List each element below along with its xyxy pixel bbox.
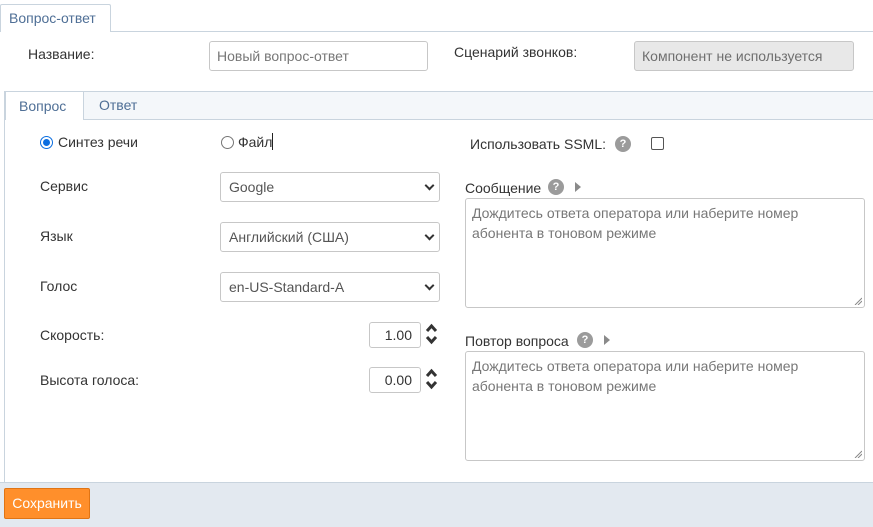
speed-input[interactable]: 1.00 — [369, 322, 421, 348]
chevron-down-icon — [424, 180, 435, 191]
text-cursor — [272, 133, 273, 150]
triangle-right-icon[interactable] — [604, 335, 610, 345]
help-icon[interactable]: ? — [548, 179, 564, 195]
tab-answer[interactable]: Ответ — [86, 91, 150, 120]
language-value: Английский (США) — [229, 229, 349, 245]
resize-grip-icon[interactable] — [854, 450, 862, 458]
message-textarea[interactable]: Дождитесь ответа оператора или наберите … — [465, 198, 865, 308]
voice-label: Голос — [40, 278, 78, 294]
tab-question[interactable]: Вопрос — [5, 91, 84, 120]
ssml-checkbox[interactable] — [651, 137, 664, 150]
name-input[interactable] — [209, 41, 428, 71]
service-select[interactable]: Google — [220, 172, 440, 202]
save-button[interactable]: Сохранить — [4, 488, 90, 519]
voice-value: en-US-Standard-A — [229, 279, 345, 295]
triangle-right-icon[interactable] — [575, 182, 581, 192]
pitch-label: Высота голоса: — [40, 372, 140, 388]
speed-label: Скорость: — [40, 327, 105, 343]
repeat-textarea[interactable]: Дождитесь ответа оператора или наберите … — [465, 351, 865, 461]
service-value: Google — [229, 179, 275, 195]
up-down-arrows-icon[interactable] — [425, 323, 438, 345]
radio-tts-label[interactable]: Синтез речи — [58, 134, 138, 150]
tab-question-answer[interactable]: Вопрос-ответ — [0, 4, 111, 32]
radio-file-label[interactable]: Файл — [238, 134, 272, 150]
chevron-down-icon — [424, 280, 435, 291]
voice-select[interactable]: en-US-Standard-A — [220, 272, 440, 302]
ssml-label: Использовать SSML: — [470, 136, 607, 152]
repeat-label: Повтор вопроса — [465, 333, 569, 349]
resize-grip-icon[interactable] — [854, 297, 862, 305]
scenario-label: Сценарий звонков: — [454, 44, 578, 60]
name-label: Название: — [28, 46, 95, 62]
repeat-placeholder: Дождитесь ответа оператора или наберите … — [472, 358, 799, 394]
up-down-arrows-icon[interactable] — [425, 368, 438, 390]
radio-tts[interactable] — [40, 136, 53, 149]
language-label: Язык — [40, 228, 73, 244]
chevron-down-icon — [424, 230, 435, 241]
service-label: Сервис — [40, 178, 88, 194]
message-placeholder: Дождитесь ответа оператора или наберите … — [472, 205, 799, 241]
top-tab-divider — [0, 31, 873, 32]
language-select[interactable]: Английский (США) — [220, 222, 440, 252]
footer-bar — [0, 482, 873, 527]
message-label: Сообщение — [465, 180, 542, 196]
help-icon[interactable]: ? — [577, 332, 593, 348]
help-icon[interactable]: ? — [615, 136, 631, 152]
radio-file[interactable] — [221, 136, 234, 149]
scenario-field: Компонент не используется — [634, 41, 854, 71]
pitch-input[interactable]: 0.00 — [369, 367, 421, 393]
